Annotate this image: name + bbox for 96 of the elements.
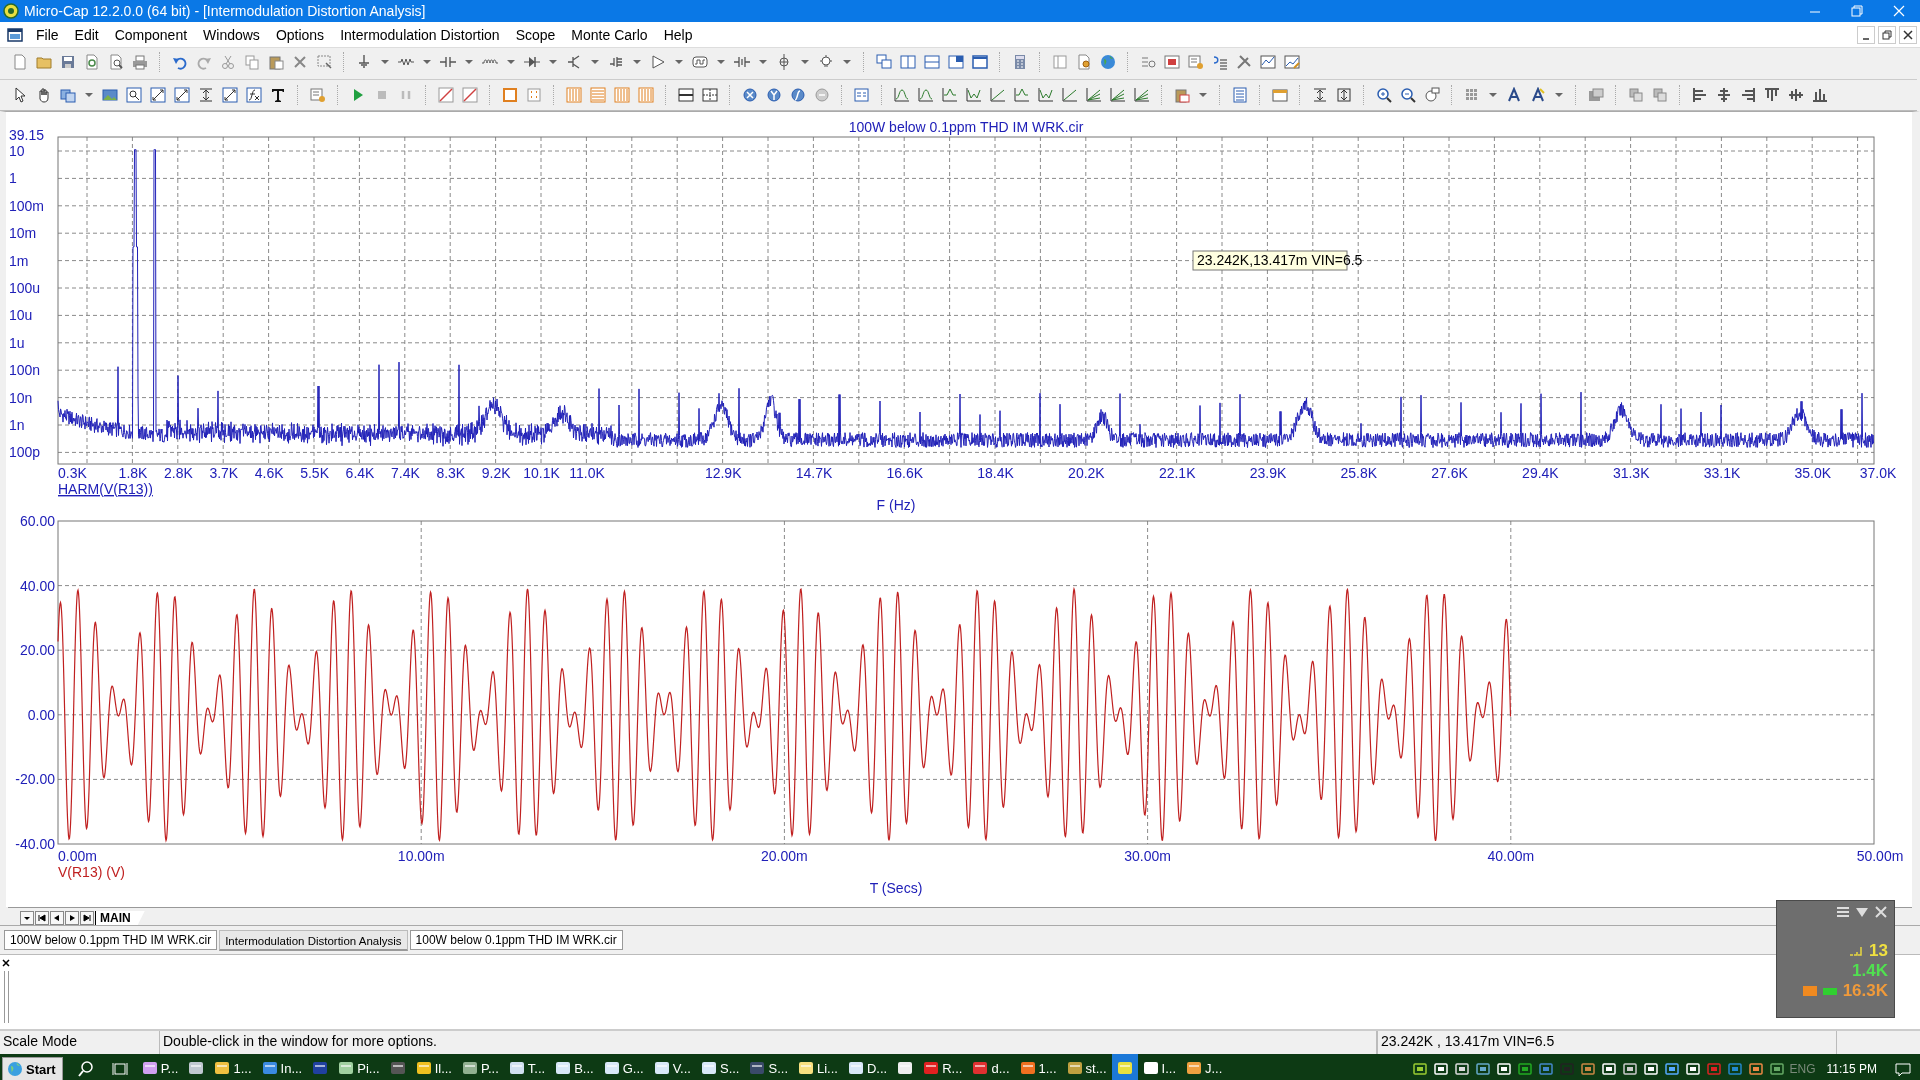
taskbar-button[interactable]: d... bbox=[967, 1054, 1015, 1080]
monitor-reading: 1.4K bbox=[1852, 961, 1888, 981]
taskbar-button[interactable]: V... bbox=[648, 1054, 696, 1080]
axis-tick-label: -20.00 bbox=[15, 771, 55, 788]
axis-tick-label: 8.3K bbox=[436, 465, 466, 481]
document-tab[interactable]: 100W below 0.1ppm THD IM WRK.cir bbox=[409, 930, 623, 950]
axis-tick-label: 27.6K bbox=[1431, 465, 1468, 481]
menu-item[interactable]: Edit bbox=[66, 24, 107, 45]
sheet-tab[interactable]: MAIN bbox=[95, 911, 145, 925]
axis-tick-label: 25.8K bbox=[1340, 465, 1378, 481]
axis-tick-label: 10m bbox=[9, 225, 37, 242]
axis-tick-label: 50.00m bbox=[1856, 848, 1904, 864]
axis-tick-label: 22.1K bbox=[1158, 465, 1196, 481]
axis-tick-label: 20.00m bbox=[761, 848, 808, 864]
axis-tick-label: 1m bbox=[9, 252, 29, 269]
axis-tick-label: 10 bbox=[9, 143, 25, 159]
axis-tick-label: 6.4K bbox=[345, 465, 375, 481]
trace-label: V(R13) (V) bbox=[58, 864, 125, 880]
axis-tick-label: 9.2K bbox=[481, 465, 511, 481]
axis-tick-label: 100p bbox=[9, 444, 41, 461]
axis-tick-label: -40.00 bbox=[15, 836, 55, 852]
axis-tick-label: 35.0K bbox=[1794, 465, 1832, 481]
axis-tick-label: 30.00m bbox=[1124, 848, 1171, 864]
trace-label: HARM(V(R13)) bbox=[58, 481, 153, 497]
taskbar-button[interactable]: R... bbox=[918, 1054, 968, 1080]
taskbar-button[interactable]: P... bbox=[136, 1054, 184, 1080]
axis-tick-label: 1u bbox=[9, 334, 25, 351]
start-button[interactable]: Start bbox=[2, 1057, 63, 1080]
taskbar-button[interactable]: I... bbox=[1137, 1054, 1181, 1080]
cursor-tooltip: 23.242K,13.417m VIN=6.5 bbox=[1192, 250, 1363, 271]
axis-tick-label: 0.3K bbox=[58, 465, 87, 481]
taskbar-button[interactable]: D... bbox=[842, 1054, 893, 1080]
clock[interactable]: 11:15 PM bbox=[1826, 1062, 1877, 1076]
axis-title: F (Hz) bbox=[876, 497, 916, 513]
taskbar-button[interactable]: S... bbox=[744, 1054, 793, 1080]
axis-tick-label: 33.1K bbox=[1703, 465, 1741, 481]
axis-tick-label: 100n bbox=[9, 362, 41, 379]
axis-tick-label: 18.4K bbox=[977, 465, 1014, 481]
menu-item[interactable]: Options bbox=[267, 24, 333, 45]
axis-tick-label: 37.0K bbox=[1859, 465, 1897, 481]
window-title: Micro-Cap 12.2.0.0 (64 bit) - [Intermodulation Distortion Analysis] bbox=[24, 3, 427, 19]
menu-item[interactable]: Windows bbox=[195, 24, 268, 45]
axis-tick-label: 7.4K bbox=[391, 465, 420, 481]
taskbar-button[interactable]: In... bbox=[256, 1054, 308, 1080]
axis-tick-label: 20.00 bbox=[19, 642, 55, 659]
menu-item[interactable]: File bbox=[28, 24, 67, 45]
axis-tick-label: 40.00 bbox=[19, 577, 55, 594]
axis-tick-label: 4.6K bbox=[254, 465, 284, 481]
axis-tick-label: 29.4K bbox=[1522, 465, 1559, 481]
axis-tick-label: 2.8K bbox=[164, 465, 193, 481]
axis-tick-label: 1.8K bbox=[118, 465, 148, 481]
axis-tick-label: 10u bbox=[9, 307, 33, 324]
menu-item[interactable]: Component bbox=[106, 24, 196, 45]
menu-item[interactable]: Intermodulation Distortion bbox=[332, 24, 508, 45]
taskbar-button[interactable]: T... bbox=[503, 1054, 551, 1080]
document-tab[interactable]: Intermodulation Distortion Analysis bbox=[219, 929, 408, 951]
axis-tick-label: 100m bbox=[9, 197, 45, 214]
menu-item[interactable]: Monte Carlo bbox=[563, 24, 656, 45]
document-tab[interactable]: 100W below 0.1ppm THD IM WRK.cir bbox=[4, 930, 218, 950]
monitor-reading: 16.3K bbox=[1842, 981, 1888, 1001]
axis-tick-label: 60.00 bbox=[19, 513, 55, 529]
axis-tick-label: 10n bbox=[9, 389, 33, 406]
axis-tick-label: 10.00m bbox=[397, 848, 445, 864]
taskbar-button[interactable]: B... bbox=[550, 1054, 599, 1080]
taskbar-button[interactable]: P... bbox=[457, 1054, 504, 1080]
taskbar-button[interactable]: S... bbox=[695, 1054, 745, 1080]
axis-tick-label: 0.00 bbox=[27, 706, 55, 723]
chart-title: 100W below 0.1ppm THD IM WRK.cir bbox=[848, 119, 1084, 135]
axis-tick-label: 0.00m bbox=[58, 848, 97, 864]
axis-tick-label: 3.7K bbox=[209, 465, 239, 481]
axis-tick-label: 39.15 bbox=[9, 127, 45, 143]
monitor-reading: 13 bbox=[1869, 941, 1888, 961]
axis-tick-label: 16.6K bbox=[886, 465, 924, 481]
axis-tick-label: 5.5K bbox=[300, 465, 329, 481]
axis-title: T (Secs) bbox=[869, 880, 923, 896]
menu-item[interactable]: Scope bbox=[507, 24, 564, 45]
menu-item[interactable]: Help bbox=[655, 24, 701, 45]
axis-tick-label: 14.7K bbox=[795, 465, 833, 481]
taskbar-button[interactable]: Il... bbox=[410, 1054, 457, 1080]
axis-tick-label: 20.2K bbox=[1068, 465, 1105, 481]
taskbar-button[interactable]: Pi... bbox=[333, 1054, 385, 1080]
axis-tick-label: 40.00m bbox=[1487, 848, 1535, 864]
axis-tick-label: 1 bbox=[9, 170, 17, 187]
taskbar-button[interactable]: 1... bbox=[209, 1054, 257, 1080]
language-indicator[interactable]: ENG bbox=[1789, 1062, 1816, 1076]
axis-tick-label: 31.3K bbox=[1612, 465, 1650, 481]
axis-tick-label: 12.9K bbox=[704, 465, 742, 481]
taskbar-button[interactable]: G... bbox=[598, 1054, 649, 1080]
taskbar-button[interactable]: Li... bbox=[793, 1054, 843, 1080]
axis-tick-label: 100u bbox=[9, 280, 41, 296]
axis-tick-label: 1n bbox=[9, 417, 25, 433]
axis-tick-label: 11.0K bbox=[569, 465, 605, 481]
axis-tick-label: 23.9K bbox=[1249, 465, 1287, 481]
taskbar-button[interactable]: J... bbox=[1181, 1054, 1228, 1080]
axis-tick-label: 10.1K bbox=[523, 465, 560, 481]
taskbar-button[interactable]: 1... bbox=[1014, 1054, 1062, 1080]
